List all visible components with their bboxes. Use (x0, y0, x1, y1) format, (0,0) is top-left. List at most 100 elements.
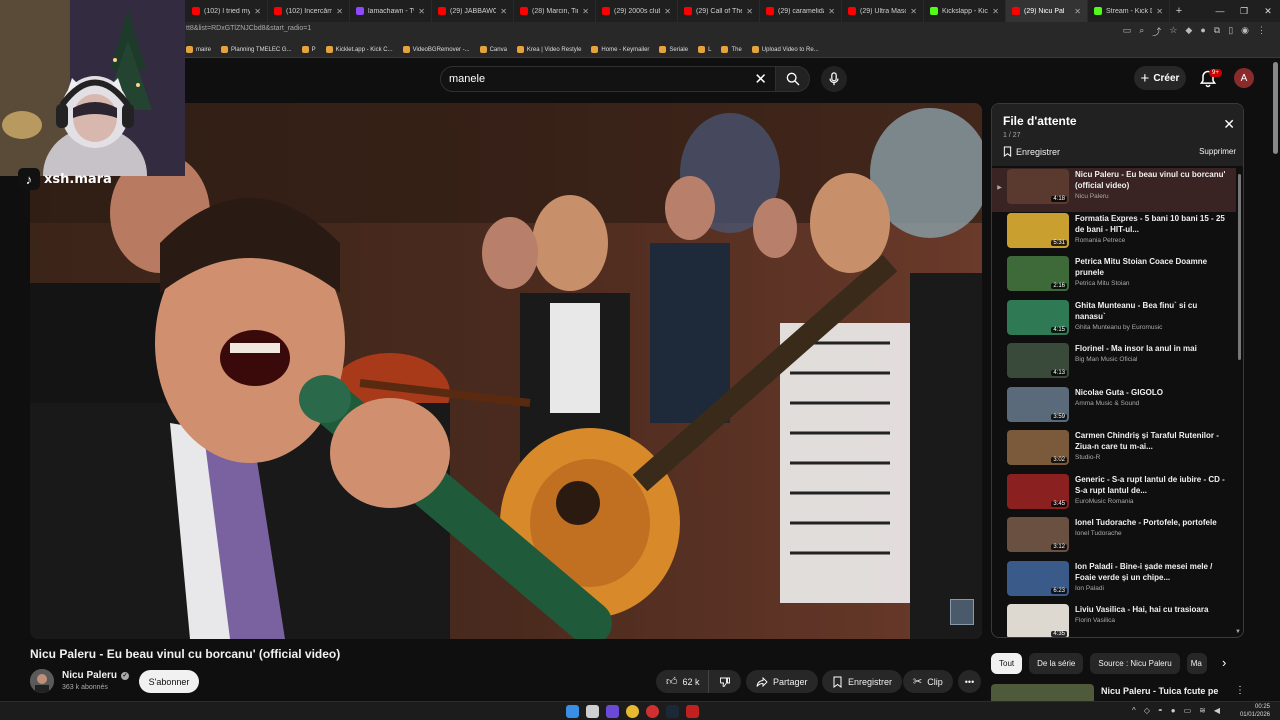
bookmark-item[interactable]: P (301, 46, 316, 53)
restore-icon[interactable]: ❐ (1232, 0, 1256, 22)
scroll-down-icon[interactable]: ▼ (1235, 629, 1241, 635)
new-tab-button[interactable]: + (1170, 5, 1188, 17)
bookmark-item[interactable]: Home - Keymailer (591, 46, 649, 53)
browser-tab[interactable]: Stream - Kick Da ✕ (1088, 0, 1170, 22)
filter-chip[interactable]: De la série (1029, 653, 1084, 674)
sidebar-icon[interactable]: ▯ (1228, 25, 1233, 38)
discord-app-icon[interactable] (606, 705, 619, 718)
steam-app-icon[interactable] (666, 705, 679, 718)
video-corner-thumbnail[interactable] (950, 599, 974, 625)
queue-item[interactable]: 5:31 Formatia Expres - 5 bani 10 bani 15 … (992, 212, 1236, 256)
create-button[interactable]: + Créer (1134, 66, 1186, 90)
recommendation-menu-icon[interactable]: ⋮ (1235, 685, 1245, 696)
browser-tab[interactable]: lamachawn - Twi ✕ (350, 0, 432, 22)
bookmark-item[interactable]: Seriale (659, 46, 688, 53)
clear-search-icon[interactable]: ✕ (754, 70, 767, 88)
account-avatar[interactable]: A (1234, 68, 1254, 88)
close-queue-icon[interactable]: ✕ (1223, 116, 1235, 133)
bookmark-item[interactable]: L (698, 46, 711, 53)
page-scrollbar[interactable] (1273, 62, 1278, 154)
queue-item[interactable]: 4:15 Ghita Munteanu - Bea finu` si cu nan… (992, 299, 1236, 343)
tab-close-icon[interactable]: ✕ (418, 7, 425, 16)
start-menu-icon[interactable] (566, 705, 579, 718)
queue-save-button[interactable]: Enregistrer (1003, 146, 1060, 157)
browser-menu-icon[interactable]: ⋮ (1257, 25, 1266, 38)
tab-close-icon[interactable]: ✕ (992, 7, 999, 16)
bookmark-item[interactable]: maire (186, 46, 211, 53)
share-page-icon[interactable]: ⤴ (1152, 25, 1161, 38)
browser-tab[interactable]: (28) Marcin, Tim ✕ (514, 0, 596, 22)
channel-name[interactable]: Nicu Paleru ✓ (62, 670, 130, 681)
filter-chip[interactable]: Source : Nicu Paleru (1090, 653, 1180, 674)
browser-tab[interactable]: Kickslapp - Kick ✕ (924, 0, 1006, 22)
browser-tab[interactable]: (29) 2000s club v ✕ (596, 0, 678, 22)
browser-tab[interactable]: (29) JABBAWOCK ✕ (432, 0, 514, 22)
app-icon[interactable] (686, 705, 699, 718)
extensions-puzzle-icon[interactable]: ⧉ (1214, 25, 1220, 38)
profile-icon[interactable]: ◉ (1241, 25, 1249, 38)
url-text[interactable]: tt8&list=RDxGTlZNJCbd8&start_radio=1 (186, 25, 311, 32)
tray-wifi-icon[interactable]: ≋ (1199, 706, 1206, 715)
queue-scrollbar[interactable] (1238, 174, 1241, 360)
tab-close-icon[interactable]: ✕ (254, 7, 261, 16)
task-view-icon[interactable] (586, 705, 599, 718)
queue-item[interactable]: 4:35 Liviu Vasilica - Hai, hai cu trasioa… (992, 603, 1236, 637)
tray-chevron-icon[interactable]: ^ (1132, 706, 1136, 715)
channel-avatar[interactable] (30, 669, 54, 693)
chrome-app-icon[interactable] (626, 705, 639, 718)
more-actions-button[interactable]: ••• (958, 670, 981, 693)
dislike-button[interactable] (708, 670, 741, 693)
video-player[interactable] (30, 103, 982, 639)
minimize-icon[interactable]: — (1208, 0, 1232, 22)
subscribe-button[interactable]: S'abonner (139, 670, 199, 693)
search-button[interactable] (776, 66, 810, 92)
browser-tab[interactable]: (29) Nicu Pal ✕ (1006, 0, 1088, 22)
bookmark-item[interactable]: Upload Video to Re... (751, 46, 819, 53)
filter-chip[interactable]: Tout (991, 653, 1023, 674)
queue-item[interactable]: 4:13 Florinel - Ma insor la anul in mai Bi… (992, 342, 1236, 386)
browser-tab[interactable]: (102) Încercăm U✕ (268, 0, 350, 22)
browser-tab[interactable]: (29) caramelidan ✕ (760, 0, 842, 22)
bookmark-item[interactable]: Krea | Video Restyle (516, 46, 581, 53)
queue-item[interactable]: 2:16 Petrica Mitu Stoian Coace Doamne pru… (992, 255, 1236, 299)
bookmark-star-icon[interactable]: ☆ (1169, 25, 1177, 38)
tab-close-icon[interactable]: ✕ (828, 7, 835, 16)
bookmark-item[interactable]: VideoBGRemover -... (402, 46, 470, 53)
tray-volume-icon[interactable]: ◀ (1214, 706, 1220, 715)
tab-close-icon[interactable]: ✕ (664, 7, 671, 16)
tray-battery-icon[interactable]: ▭ (1184, 706, 1192, 715)
voice-search-button[interactable] (821, 66, 847, 92)
tab-close-icon[interactable]: ✕ (582, 7, 589, 16)
zoom-icon[interactable]: ⌕ (1139, 25, 1144, 38)
cast-icon[interactable]: ▭ (1123, 25, 1132, 38)
filter-chip[interactable]: Ma (1186, 653, 1207, 674)
bookmark-item[interactable]: Kicklet.app - Kick C... (325, 46, 393, 53)
queue-item[interactable]: 6:23 Ion Paladi - Bine-i șade mesei mele … (992, 560, 1236, 604)
taskbar-clock[interactable]: 00:25 01/01/2026 (1240, 703, 1270, 719)
tab-close-icon[interactable]: ✕ (1156, 7, 1163, 16)
extension-icon[interactable]: ◆ (1185, 25, 1192, 38)
queue-delete-button[interactable]: Supprimer (1199, 147, 1236, 156)
bookmark-item[interactable]: The (721, 46, 742, 53)
browser-tab[interactable]: (29) Ultra Mascul ✕ (842, 0, 924, 22)
tab-close-icon[interactable]: ✕ (746, 7, 753, 16)
like-button[interactable]: 👍︎ 62 k (656, 670, 709, 693)
close-window-icon[interactable]: ✕ (1256, 0, 1280, 22)
bookmark-item[interactable]: Planning TMELEC G... (221, 46, 292, 53)
tray-app-icon[interactable]: ◇ (1144, 706, 1150, 715)
search-input[interactable]: manele ✕ (440, 66, 776, 92)
tray-network-icon[interactable]: ◓ (1158, 706, 1163, 715)
browser-tab[interactable]: (102) I tried my f ✕ (186, 0, 268, 22)
opera-gx-app-icon[interactable] (646, 705, 659, 718)
bookmark-item[interactable]: Canva (479, 46, 507, 53)
recommendation-item[interactable]: Nicu Paleru - Tuica fcute pe ⋮ (991, 684, 1245, 702)
queue-item[interactable]: 3:45 Generic - S-a rupt lantul de iubire … (992, 473, 1236, 517)
chips-next-icon[interactable]: › (1222, 655, 1226, 670)
share-button[interactable]: Partager (746, 670, 818, 693)
queue-item[interactable]: 3:12 Ionel Tudorache - Portofele, portofe… (992, 516, 1236, 560)
tray-mic-icon[interactable]: ● (1171, 706, 1176, 715)
save-button[interactable]: Enregistrer (822, 670, 903, 693)
tab-close-icon[interactable]: ✕ (1074, 7, 1081, 16)
queue-item[interactable]: ▶ 4:18 Nicu Paleru - Eu beau vinul cu borc… (992, 168, 1236, 212)
tab-close-icon[interactable]: ✕ (910, 7, 917, 16)
